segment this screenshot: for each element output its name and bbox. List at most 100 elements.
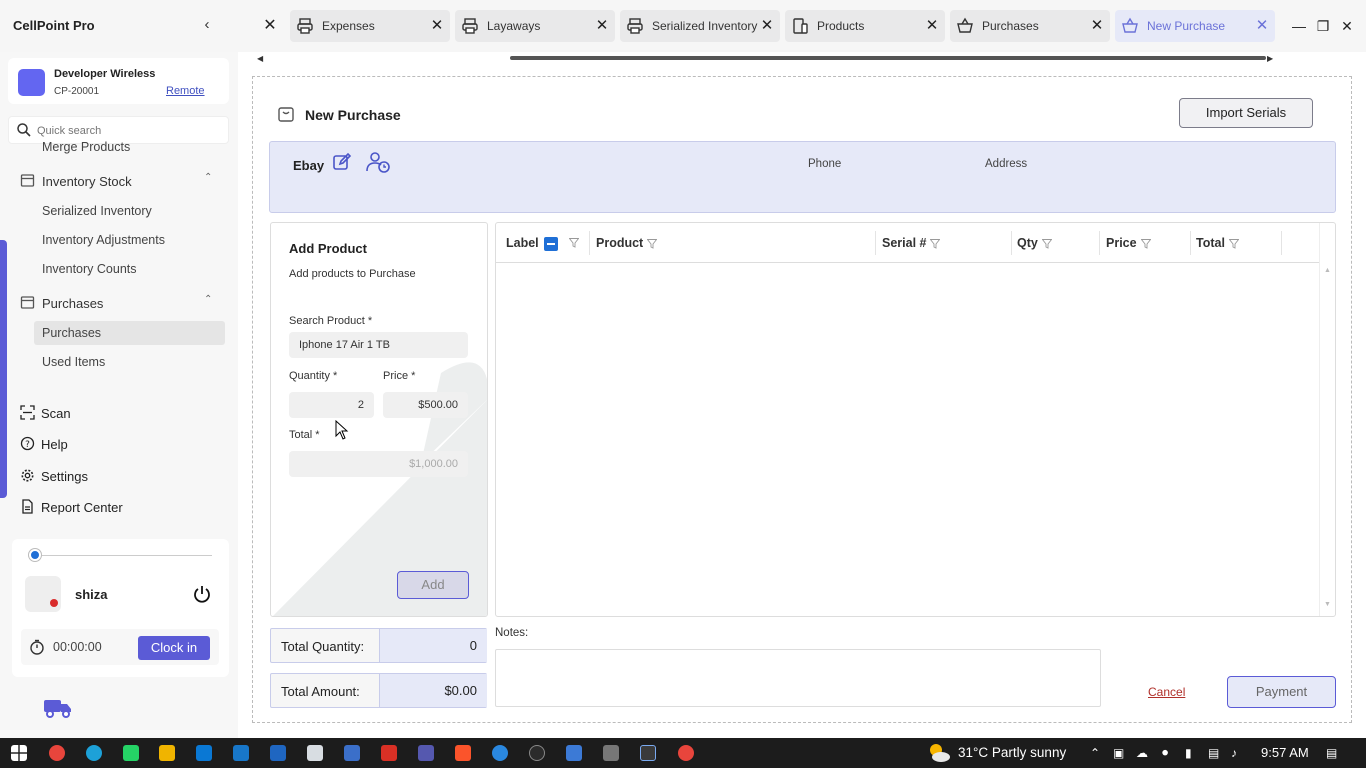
- search-icon: [17, 123, 31, 137]
- weather-icon[interactable]: [926, 742, 952, 764]
- calculator-icon[interactable]: [603, 745, 619, 761]
- network-icon[interactable]: ▤: [1208, 746, 1219, 760]
- tab-products[interactable]: Products ✕: [785, 10, 945, 42]
- restore-icon[interactable]: ❐: [1314, 18, 1332, 35]
- filter-icon[interactable]: [1140, 238, 1151, 249]
- scan-icon: [20, 405, 35, 420]
- truck-icon[interactable]: [42, 697, 74, 719]
- filter-icon[interactable]: [930, 238, 941, 249]
- store-icon[interactable]: [196, 745, 212, 761]
- sidebar-item-inventory-adjustments[interactable]: Inventory Adjustments: [34, 228, 225, 252]
- column-header-qty[interactable]: Qty: [1017, 236, 1052, 250]
- close-icon[interactable]: ✕: [428, 16, 446, 36]
- import-serials-button[interactable]: Import Serials: [1179, 98, 1313, 128]
- close-icon[interactable]: ✕: [1253, 16, 1271, 36]
- add-product-button[interactable]: Add: [397, 571, 469, 599]
- select-all-checkbox[interactable]: [544, 237, 558, 251]
- chrome-icon[interactable]: [49, 745, 65, 761]
- scroll-down-icon[interactable]: ▼: [1324, 601, 1331, 608]
- sidebar-section-inventory-stock[interactable]: Inventory Stock ⌃: [0, 168, 238, 194]
- filter-icon[interactable]: [647, 238, 658, 249]
- devices-icon: [793, 18, 808, 34]
- microphone-icon[interactable]: ⚫: [1160, 746, 1170, 760]
- tab-purchases[interactable]: Purchases ✕: [950, 10, 1110, 42]
- tabs-scrollbar[interactable]: ◀ ▶: [257, 54, 1275, 63]
- close-icon[interactable]: ✕: [258, 12, 282, 40]
- chrome-icon[interactable]: [678, 745, 694, 761]
- column-divider: [589, 231, 590, 255]
- scroll-left-icon[interactable]: ◀: [257, 54, 263, 63]
- camera-icon[interactable]: ▣: [1113, 746, 1124, 760]
- app-icon[interactable]: [640, 745, 656, 761]
- search-product-input[interactable]: [289, 332, 468, 358]
- company-id: CP-20001: [54, 86, 100, 97]
- battery-icon[interactable]: ▮: [1185, 746, 1192, 760]
- scroll-up-icon[interactable]: ▲: [1324, 267, 1331, 274]
- edge-icon[interactable]: [86, 745, 102, 761]
- title-bar: CellPoint Pro ‹ ✕ Expenses ✕ Layaways ✕ …: [0, 0, 1366, 52]
- sidebar-item-scan[interactable]: Scan: [20, 401, 220, 425]
- app-icon[interactable]: [566, 745, 582, 761]
- column-header-label[interactable]: Label: [506, 236, 539, 250]
- teams-icon[interactable]: [418, 745, 434, 761]
- tab-layaways[interactable]: Layaways ✕: [455, 10, 615, 42]
- app-icon[interactable]: [233, 745, 249, 761]
- close-icon[interactable]: ✕: [758, 16, 776, 36]
- sidebar-item-inventory-counts[interactable]: Inventory Counts: [34, 257, 225, 281]
- tab-expenses[interactable]: Expenses ✕: [290, 10, 450, 42]
- close-icon[interactable]: ✕: [1088, 16, 1106, 36]
- filter-icon[interactable]: [569, 238, 579, 248]
- quantity-input[interactable]: [289, 392, 374, 418]
- file-explorer-icon[interactable]: [159, 745, 175, 761]
- sidebar-item-used-items[interactable]: Used Items: [34, 350, 225, 374]
- tab-serialized-inventory[interactable]: Serialized Inventory ✕: [620, 10, 780, 42]
- tab-new-purchase[interactable]: New Purchase ✕: [1115, 10, 1275, 42]
- sidebar-item-help[interactable]: ? Help: [20, 432, 220, 456]
- app-icon[interactable]: [529, 745, 545, 761]
- volume-icon[interactable]: ♪: [1231, 746, 1237, 760]
- sidebar-item-label: Scan: [41, 406, 71, 421]
- scrollbar-thumb[interactable]: [510, 56, 1266, 60]
- progress-dot[interactable]: [29, 549, 41, 561]
- filter-icon[interactable]: [1228, 238, 1239, 249]
- price-input[interactable]: [383, 392, 468, 418]
- cloud-icon[interactable]: ☁: [1136, 746, 1148, 760]
- table-scrollbar[interactable]: ▲ ▼: [1319, 223, 1335, 616]
- close-window-icon[interactable]: ✕: [1338, 18, 1356, 35]
- sidebar-item-purchases[interactable]: Purchases: [34, 321, 225, 345]
- sidebar-item-settings[interactable]: Settings: [20, 464, 220, 488]
- sidebar-item-merge-products[interactable]: Merge Products: [34, 137, 225, 155]
- tab-label: Expenses: [322, 19, 375, 33]
- clock-in-button[interactable]: Clock in: [138, 636, 210, 660]
- app-icon[interactable]: [492, 745, 508, 761]
- sidebar-item-serialized-inventory[interactable]: Serialized Inventory: [34, 199, 225, 223]
- windows-start-icon[interactable]: [11, 745, 27, 761]
- whatsapp-icon[interactable]: [123, 745, 139, 761]
- scroll-right-icon[interactable]: ▶: [1267, 54, 1273, 63]
- sidebar-section-purchases[interactable]: Purchases ⌃: [0, 290, 238, 316]
- cancel-link[interactable]: Cancel: [1148, 685, 1185, 699]
- app-icon[interactable]: [344, 745, 360, 761]
- power-icon[interactable]: [192, 584, 212, 604]
- column-header-serial[interactable]: Serial #: [882, 236, 941, 250]
- column-header-product[interactable]: Product: [596, 236, 658, 250]
- vendor-history-icon[interactable]: [365, 150, 391, 174]
- chevron-up-icon[interactable]: ⌃: [1090, 746, 1100, 760]
- collapse-sidebar-button[interactable]: ‹: [198, 16, 216, 34]
- app-icon[interactable]: [307, 745, 323, 761]
- column-header-price[interactable]: Price: [1106, 236, 1151, 250]
- brave-icon[interactable]: [455, 745, 471, 761]
- payment-button[interactable]: Payment: [1227, 676, 1336, 708]
- app-icon[interactable]: [381, 745, 397, 761]
- remote-app-icon[interactable]: [270, 745, 286, 761]
- close-icon[interactable]: ✕: [593, 16, 611, 36]
- close-icon[interactable]: ✕: [923, 16, 941, 36]
- notes-textarea[interactable]: [495, 649, 1101, 707]
- remote-link[interactable]: Remote: [166, 85, 205, 97]
- edit-icon[interactable]: [332, 152, 352, 172]
- minimize-icon[interactable]: —: [1290, 18, 1308, 34]
- sidebar-item-report-center[interactable]: Report Center: [20, 495, 220, 519]
- notifications-icon[interactable]: ▤: [1326, 746, 1337, 760]
- column-header-total[interactable]: Total: [1196, 236, 1239, 250]
- filter-icon[interactable]: [1041, 238, 1052, 249]
